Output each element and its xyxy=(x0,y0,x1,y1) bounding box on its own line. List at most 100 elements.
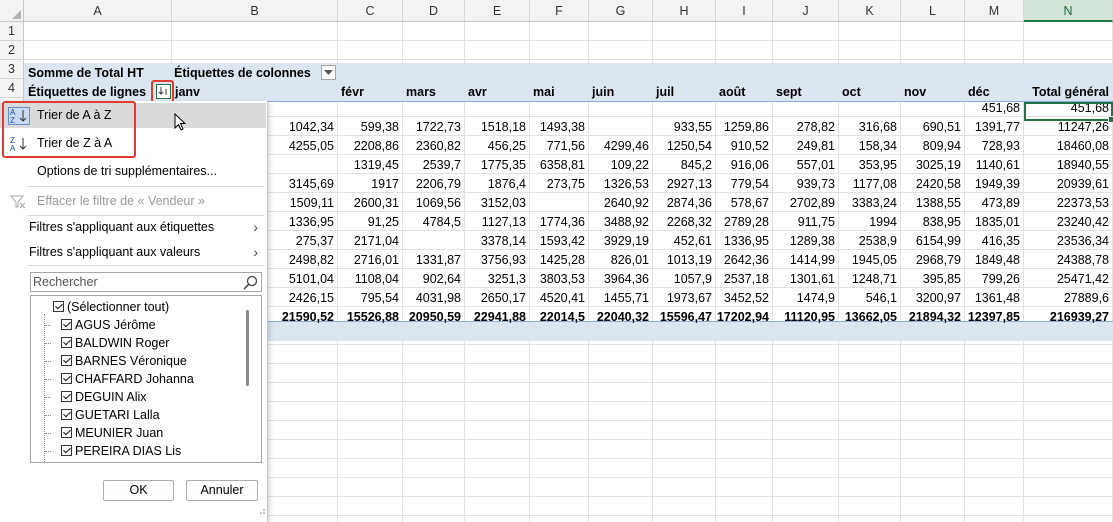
total-cell[interactable]: 22014,5 xyxy=(530,308,585,326)
pivot-cell[interactable]: 1775,35 xyxy=(465,156,526,174)
pivot-cell[interactable]: 2268,32 xyxy=(653,213,712,231)
pivot-cell[interactable]: 23240,42 xyxy=(1024,213,1109,231)
pivot-cell[interactable]: 249,81 xyxy=(773,137,835,155)
checkbox[interactable] xyxy=(61,319,72,330)
pivot-cell[interactable]: 1391,77 xyxy=(965,118,1020,136)
pivot-cell[interactable]: 1849,48 xyxy=(965,251,1020,269)
pivot-cell[interactable]: 1388,55 xyxy=(901,194,961,212)
pivot-cell[interactable]: 2789,28 xyxy=(716,213,769,231)
pivot-cell[interactable]: 3964,36 xyxy=(589,270,649,288)
column-header-c[interactable]: C xyxy=(338,0,403,22)
pivot-cell[interactable]: 3452,52 xyxy=(716,289,769,307)
row-header-2[interactable]: 2 xyxy=(0,41,24,60)
search-input[interactable]: Rechercher xyxy=(30,272,262,292)
column-header-i[interactable]: I xyxy=(716,0,773,22)
total-cell[interactable]: 22941,88 xyxy=(465,308,526,326)
pivot-cell[interactable]: 451,68 xyxy=(965,99,1020,117)
pivot-cell[interactable]: 109,22 xyxy=(589,156,649,174)
pivot-cell[interactable]: 3756,93 xyxy=(465,251,526,269)
column-header-g[interactable]: G xyxy=(589,0,653,22)
total-cell[interactable]: 216939,27 xyxy=(1024,308,1109,326)
pivot-cell[interactable]: 1722,73 xyxy=(403,118,461,136)
pivot-cell[interactable]: 158,34 xyxy=(839,137,897,155)
checkbox[interactable] xyxy=(61,337,72,348)
column-header-a[interactable]: A xyxy=(24,0,172,22)
checkbox[interactable] xyxy=(61,373,72,384)
pivot-cell[interactable]: 2539,7 xyxy=(403,156,461,174)
pivot-cell[interactable]: 316,68 xyxy=(839,118,897,136)
pivot-cell[interactable]: 599,38 xyxy=(338,118,399,136)
resize-grip-icon[interactable] xyxy=(258,508,266,516)
checkbox[interactable] xyxy=(61,391,72,402)
pivot-cell[interactable]: 2642,36 xyxy=(716,251,769,269)
checkbox[interactable] xyxy=(61,409,72,420)
pivot-cell[interactable]: 795,54 xyxy=(338,289,399,307)
pivot-cell[interactable]: 2206,79 xyxy=(403,175,461,193)
pivot-cell[interactable]: 546,1 xyxy=(839,289,897,307)
pivot-cell[interactable]: 1013,19 xyxy=(653,251,712,269)
total-cell[interactable]: 11120,95 xyxy=(773,308,835,326)
pivot-cell[interactable]: 809,94 xyxy=(901,137,961,155)
pivot-cell[interactable]: 1518,18 xyxy=(465,118,526,136)
pivot-cell[interactable]: 1250,54 xyxy=(653,137,712,155)
row-header-4[interactable]: 4 xyxy=(0,79,24,98)
total-cell[interactable]: 20950,59 xyxy=(403,308,461,326)
pivot-cell[interactable]: 2208,86 xyxy=(338,137,399,155)
pivot-cell[interactable]: 933,55 xyxy=(653,118,712,136)
pivot-cell[interactable]: 557,01 xyxy=(773,156,835,174)
pivot-cell[interactable]: 728,93 xyxy=(965,137,1020,155)
pivot-cell[interactable]: 22373,53 xyxy=(1024,194,1109,212)
pivot-cell[interactable]: 91,25 xyxy=(338,213,399,231)
pivot-cell[interactable]: 23536,34 xyxy=(1024,232,1109,250)
total-cell[interactable]: 17202,94 xyxy=(716,308,769,326)
pivot-cell[interactable]: 1336,95 xyxy=(716,232,769,250)
pivot-cell[interactable]: 3378,14 xyxy=(465,232,526,250)
pivot-cell[interactable]: 2171,04 xyxy=(338,232,399,250)
pivot-cell[interactable]: 916,06 xyxy=(716,156,769,174)
pivot-cell[interactable]: 1994 xyxy=(839,213,897,231)
clear-filter-item[interactable]: Effacer le filtre de « Vendeur » xyxy=(0,189,266,214)
pivot-cell[interactable]: 3152,03 xyxy=(465,194,526,212)
pivot-cell[interactable]: 2927,13 xyxy=(653,175,712,193)
row-header-1[interactable]: 1 xyxy=(0,22,24,41)
pivot-cell[interactable]: 3251,3 xyxy=(465,270,526,288)
pivot-cell[interactable]: 452,61 xyxy=(653,232,712,250)
pivot-cell[interactable]: 1876,4 xyxy=(465,175,526,193)
list-scrollbar[interactable] xyxy=(246,310,249,386)
pivot-cell[interactable]: 24388,78 xyxy=(1024,251,1109,269)
pivot-cell[interactable]: 1057,9 xyxy=(653,270,712,288)
checkbox[interactable] xyxy=(61,427,72,438)
pivot-cell[interactable]: 1361,48 xyxy=(965,289,1020,307)
pivot-cell[interactable]: 473,89 xyxy=(965,194,1020,212)
pivot-cell[interactable]: 1493,38 xyxy=(530,118,585,136)
select-all-corner[interactable] xyxy=(0,0,24,22)
pivot-cell[interactable]: 25471,42 xyxy=(1024,270,1109,288)
pivot-cell[interactable]: 1474,9 xyxy=(773,289,835,307)
pivot-cell[interactable]: 2420,58 xyxy=(901,175,961,193)
pivot-cell[interactable]: 456,25 xyxy=(465,137,526,155)
pivot-cell[interactable]: 20939,61 xyxy=(1024,175,1109,193)
pivot-cell[interactable]: 939,73 xyxy=(773,175,835,193)
pivot-cell[interactable]: 2874,36 xyxy=(653,194,712,212)
column-header-m[interactable]: M xyxy=(965,0,1024,22)
pivot-cell[interactable]: 1414,99 xyxy=(773,251,835,269)
pivot-cell[interactable]: 902,64 xyxy=(403,270,461,288)
pivot-cell[interactable]: 1248,71 xyxy=(839,270,897,288)
pivot-cell[interactable]: 1917 xyxy=(338,175,399,193)
pivot-cell[interactable]: 1259,86 xyxy=(716,118,769,136)
pivot-cell[interactable]: 1177,08 xyxy=(839,175,897,193)
pivot-cell[interactable]: 273,75 xyxy=(530,175,585,193)
pivot-cell[interactable]: 1127,13 xyxy=(465,213,526,231)
pivot-cell[interactable]: 6358,81 xyxy=(530,156,585,174)
pivot-cell[interactable]: 826,01 xyxy=(589,251,649,269)
pivot-cell[interactable]: 1835,01 xyxy=(965,213,1020,231)
pivot-cell[interactable]: 3803,53 xyxy=(530,270,585,288)
pivot-cell[interactable]: 1949,39 xyxy=(965,175,1020,193)
column-header-k[interactable]: K xyxy=(839,0,901,22)
pivot-cell[interactable]: 1319,45 xyxy=(338,156,399,174)
pivot-cell[interactable]: 1425,28 xyxy=(530,251,585,269)
pivot-cell[interactable]: 2600,31 xyxy=(338,194,399,212)
pivot-cell[interactable]: 3929,19 xyxy=(589,232,649,250)
pivot-cell[interactable]: 1331,87 xyxy=(403,251,461,269)
pivot-cell[interactable]: 1455,71 xyxy=(589,289,649,307)
